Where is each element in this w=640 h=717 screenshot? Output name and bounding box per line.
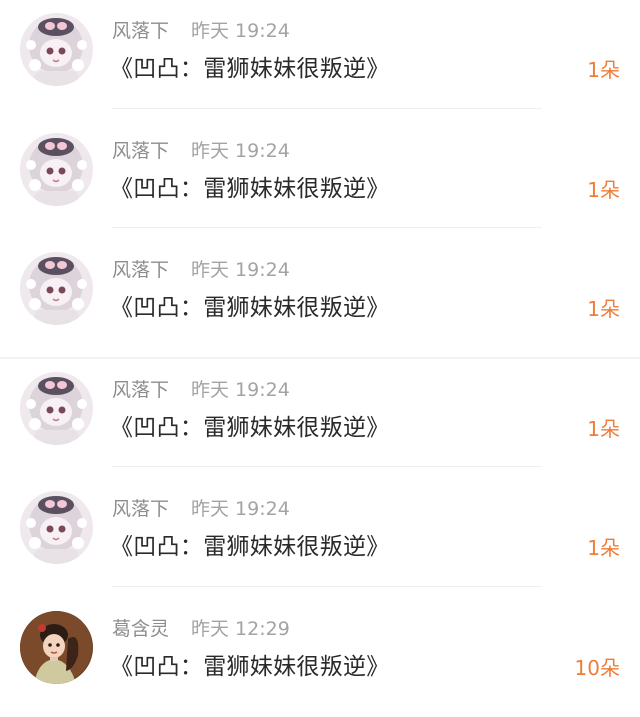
anime-girl-avatar-icon[interactable] [20, 133, 93, 206]
gift-record-list: 风落下 昨天 19:24 《凹凸：雷狮妹妹很叛逆》 1朵 [0, 0, 640, 707]
timestamp: 昨天 19:24 [191, 494, 290, 521]
timestamp: 昨天 19:24 [191, 16, 290, 43]
book-title[interactable]: 《凹凸：雷狮妹妹很叛逆》 [110, 647, 390, 681]
username[interactable]: 葛含灵 [112, 614, 169, 641]
username[interactable]: 风落下 [112, 136, 169, 163]
username[interactable]: 风落下 [112, 375, 169, 402]
anime-girl-avatar-icon[interactable] [20, 13, 93, 86]
anime-girl-avatar-icon[interactable] [20, 372, 93, 445]
list-item[interactable]: 风落下 昨天 19:24 《凹凸：雷狮妹妹很叛逆》 1朵 [0, 120, 640, 240]
list-item[interactable]: 风落下 昨天 19:24 《凹凸：雷狮妹妹很叛逆》 1朵 [0, 478, 640, 598]
gift-count: 1朵 [587, 413, 620, 442]
book-title[interactable]: 《凹凸：雷狮妹妹很叛逆》 [110, 49, 390, 83]
list-item[interactable]: 风落下 昨天 19:24 《凹凸：雷狮妹妹很叛逆》 1朵 [0, 239, 640, 359]
book-title[interactable]: 《凹凸：雷狮妹妹很叛逆》 [110, 408, 390, 442]
divider [112, 227, 542, 228]
gift-count: 1朵 [587, 174, 620, 203]
book-title[interactable]: 《凹凸：雷狮妹妹很叛逆》 [110, 169, 390, 203]
book-title[interactable]: 《凹凸：雷狮妹妹很叛逆》 [110, 288, 390, 322]
gift-count: 10朵 [575, 652, 620, 681]
gift-count: 1朵 [587, 532, 620, 561]
divider [112, 586, 542, 587]
gift-count: 1朵 [587, 54, 620, 83]
timestamp: 昨天 12:29 [191, 614, 290, 641]
timestamp: 昨天 19:24 [191, 375, 290, 402]
username[interactable]: 风落下 [112, 16, 169, 43]
divider [112, 466, 542, 467]
anime-girl-avatar-icon[interactable] [20, 252, 93, 325]
divider [112, 108, 542, 109]
list-item[interactable]: 风落下 昨天 19:24 《凹凸：雷狮妹妹很叛逆》 1朵 [0, 359, 640, 479]
anime-girl-avatar-icon[interactable] [20, 491, 93, 564]
list-item[interactable]: 风落下 昨天 19:24 《凹凸：雷狮妹妹很叛逆》 1朵 [0, 0, 640, 120]
timestamp: 昨天 19:24 [191, 255, 290, 282]
book-title[interactable]: 《凹凸：雷狮妹妹很叛逆》 [110, 527, 390, 561]
username[interactable]: 风落下 [112, 255, 169, 282]
timestamp: 昨天 19:24 [191, 136, 290, 163]
gift-count: 1朵 [587, 293, 620, 322]
list-item[interactable]: 葛含灵 昨天 12:29 《凹凸：雷狮妹妹很叛逆》 10朵 [0, 598, 640, 717]
illustrated-girl-avatar-icon[interactable] [20, 611, 93, 684]
username[interactable]: 风落下 [112, 494, 169, 521]
